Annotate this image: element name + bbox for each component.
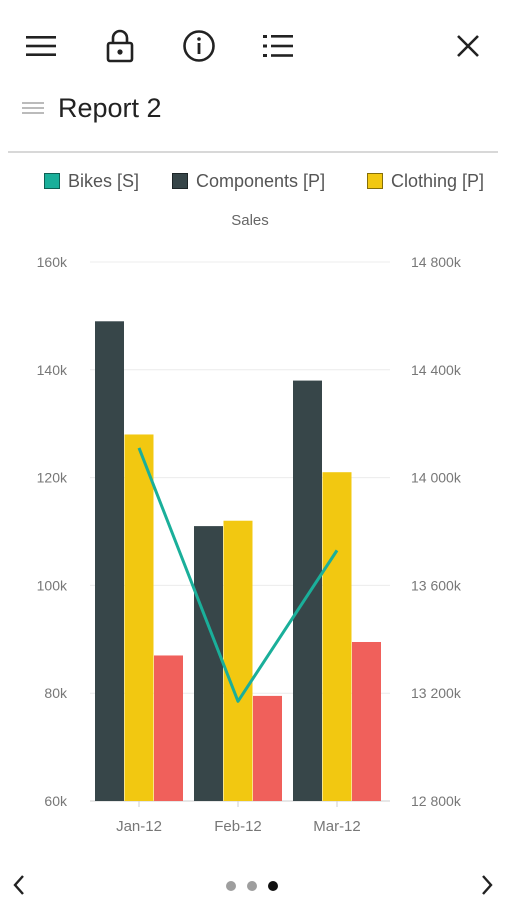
bar[interactable] — [293, 380, 322, 801]
list-icon[interactable] — [258, 26, 298, 66]
page-dot[interactable] — [247, 881, 257, 891]
y-left-tick-label: 160k — [37, 254, 68, 270]
bar[interactable] — [124, 434, 154, 801]
y-left-tick-label: 100k — [37, 577, 68, 593]
bar[interactable] — [322, 472, 352, 801]
bar[interactable] — [95, 321, 124, 801]
page-title: Report 2 — [58, 93, 162, 123]
info-icon[interactable] — [179, 26, 219, 66]
legend-item-bikes[interactable]: Bikes [S] — [44, 166, 139, 196]
divider — [8, 151, 498, 153]
pager — [0, 866, 506, 900]
drag-handle-icon[interactable] — [22, 100, 44, 116]
y-left-tick-label: 120k — [37, 470, 68, 486]
bar[interactable] — [223, 520, 253, 801]
page-dot[interactable] — [226, 881, 236, 891]
legend-swatch — [172, 173, 188, 189]
y-right-tick-label: 14 000k — [411, 470, 462, 486]
bar[interactable] — [154, 655, 183, 801]
menu-icon[interactable] — [21, 26, 61, 66]
legend-label: Clothing [P] — [391, 170, 485, 191]
toolbar — [0, 0, 506, 90]
legend-item-components[interactable]: Components [P] — [172, 166, 325, 196]
y-right-tick-label: 12 800k — [411, 793, 462, 809]
legend-label: Bikes [S] — [68, 170, 140, 191]
bar[interactable] — [352, 641, 381, 801]
legend-label: Components [P] — [196, 170, 326, 191]
y-axis-left: 160k 140k 120k 100k 80k 60k — [37, 254, 68, 809]
legend-item-clothing[interactable]: Clothing [P] — [367, 166, 484, 196]
chart-legend: Bikes [S] Components [P] Clothing [P] — [0, 166, 490, 196]
legend-swatch — [367, 173, 383, 189]
page-dot[interactable] — [268, 881, 278, 891]
y-right-tick-label: 14 400k — [411, 362, 462, 378]
previous-page-button[interactable] — [4, 870, 34, 900]
y-right-tick-label: 14 800k — [411, 254, 462, 270]
bar[interactable] — [194, 526, 223, 801]
page-indicator — [226, 881, 289, 891]
bar[interactable] — [253, 695, 282, 801]
x-tick-label: Jan-12 — [116, 818, 162, 835]
x-axis: Jan-12 Feb-12 Mar-12 — [116, 801, 361, 835]
y-left-tick-label: 80k — [44, 685, 68, 701]
x-tick-label: Mar-12 — [313, 818, 361, 835]
next-page-button[interactable] — [472, 870, 502, 900]
x-tick-label: Feb-12 — [214, 818, 262, 835]
lock-icon[interactable] — [100, 26, 140, 66]
y-left-tick-label: 140k — [37, 362, 68, 378]
sales-chart: 160k140k120k100k80k60k 14 800k14 400k14 … — [37, 254, 462, 835]
report-header: Report 2 — [0, 88, 506, 128]
y-right-tick-label: 13 200k — [411, 685, 462, 701]
chart-title: Sales — [231, 212, 269, 229]
bars — [95, 321, 381, 801]
close-icon[interactable] — [448, 26, 488, 66]
y-left-tick-label: 60k — [44, 793, 68, 809]
y-axis-right: 14 800k 14 400k 14 000k 13 600k 13 200k 12 80… — [411, 254, 462, 809]
legend-swatch — [44, 173, 60, 189]
y-right-tick-label: 13 600k — [411, 577, 462, 593]
